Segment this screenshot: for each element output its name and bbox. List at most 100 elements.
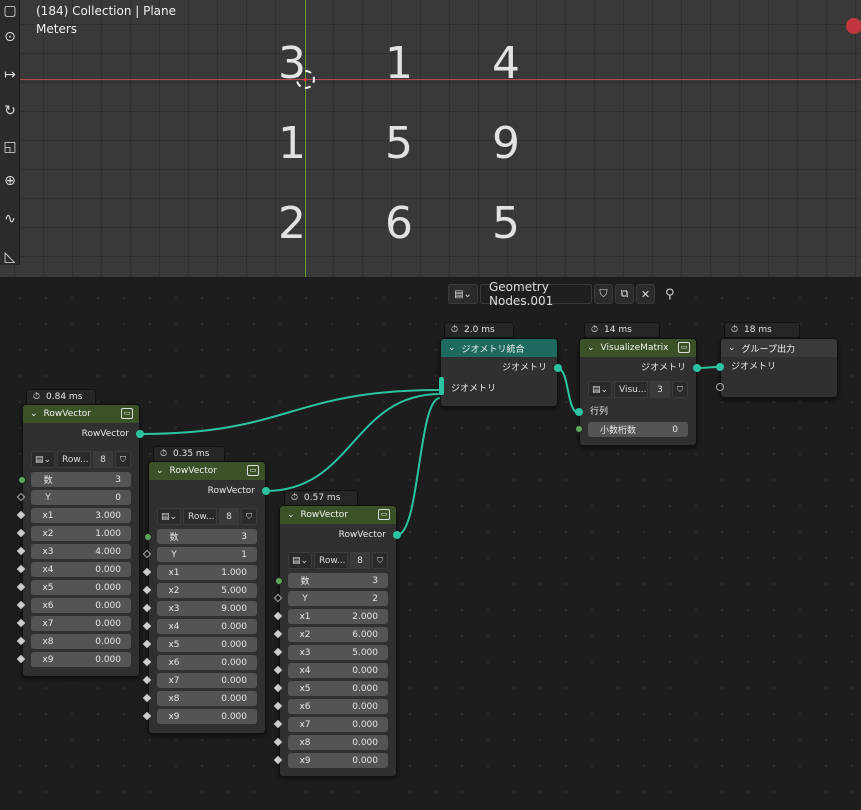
input-socket[interactable] <box>575 408 583 416</box>
node-group-users: 8 <box>219 508 239 525</box>
navigation-gizmo-x-icon[interactable] <box>846 18 861 34</box>
input-field-count[interactable]: 数3 <box>18 472 131 487</box>
input-field-x9[interactable]: x9 0.000 <box>16 652 131 667</box>
decimals-field[interactable]: 小数桁数 0 <box>575 422 688 437</box>
input-field-count[interactable]: 数3 <box>144 529 257 544</box>
output-socket[interactable] <box>693 364 701 372</box>
node-group-name[interactable]: Visu... <box>614 381 648 398</box>
input-socket[interactable] <box>18 476 26 484</box>
node-tree-name-field[interactable]: Geometry Nodes.001 <box>480 280 592 308</box>
cursor-tool-icon[interactable]: ⊙ <box>1 26 19 48</box>
collapse-chevron-icon[interactable]: ⌄ <box>30 409 38 419</box>
output-socket-row: ジオメトリ <box>580 357 701 379</box>
input-field-x7[interactable]: x7 0.000 <box>142 673 257 688</box>
input-field-y[interactable]: Y0 <box>16 490 131 505</box>
input-field-x3[interactable]: x3 5.000 <box>273 645 388 660</box>
input-field-x5[interactable]: x5 0.000 <box>142 637 257 652</box>
node-tree-type-dropdown[interactable]: ▤ ⌄ <box>448 284 478 304</box>
input-field-x2[interactable]: x2 6.000 <box>273 627 388 642</box>
input-field-x2[interactable]: x2 5.000 <box>142 583 257 598</box>
node-group-name[interactable]: Row... <box>183 508 217 525</box>
input-field-x4[interactable]: x4 0.000 <box>16 562 131 577</box>
node-group-output[interactable]: ⌄ グループ出力 ジオメトリ <box>716 338 838 398</box>
node-group-dropdown[interactable]: ▤⌄ <box>588 381 612 398</box>
input-field-x4[interactable]: x4 0.000 <box>142 619 257 634</box>
input-field-x8[interactable]: x8 0.000 <box>16 634 131 649</box>
input-socket[interactable] <box>575 425 583 433</box>
output-socket[interactable] <box>262 487 270 495</box>
multi-input-socket[interactable] <box>439 377 444 395</box>
node-header[interactable]: ⌄ RowVector ▭ <box>280 506 396 524</box>
rotate-tool-icon[interactable]: ↻ <box>1 100 19 122</box>
output-socket[interactable] <box>393 531 401 539</box>
node-group-name[interactable]: Row... <box>314 552 348 569</box>
output-socket[interactable] <box>136 430 144 438</box>
input-field-x5[interactable]: x5 0.000 <box>273 681 388 696</box>
input-field-x3[interactable]: x3 9.000 <box>142 601 257 616</box>
input-field-x1[interactable]: x1 3.000 <box>16 508 131 523</box>
node-rowvector-1[interactable]: ⌄ RowVector ▭ RowVector ▤⌄ Row... 8 ⛉ 数3… <box>16 404 144 677</box>
pin-icon[interactable]: ⚲ <box>665 287 675 302</box>
input-field-x5[interactable]: x5 0.000 <box>16 580 131 595</box>
empty-input-socket[interactable] <box>716 383 724 391</box>
input-field-x9[interactable]: x9 0.000 <box>142 709 257 724</box>
input-field-x2[interactable]: x2 1.000 <box>16 526 131 541</box>
collapse-chevron-icon[interactable]: ⌄ <box>156 466 164 476</box>
node-header[interactable]: ⌄ ジオメトリ統合 <box>441 339 557 357</box>
fake-user-shield-icon[interactable]: ⛉ <box>594 284 613 304</box>
node-group-dropdown[interactable]: ▤⌄ <box>31 451 55 468</box>
collapse-chevron-icon[interactable]: ⌄ <box>587 343 595 353</box>
select-box-tool-icon[interactable]: ▢ <box>1 0 19 22</box>
input-field-count[interactable]: 数3 <box>275 573 388 588</box>
fake-user-shield-icon[interactable]: ⛉ <box>115 451 131 468</box>
input-socket[interactable] <box>716 363 724 371</box>
input-field-x7[interactable]: x7 0.000 <box>16 616 131 631</box>
node-group-dropdown[interactable]: ▤⌄ <box>288 552 312 569</box>
fake-user-shield-icon[interactable]: ⛉ <box>372 552 388 569</box>
duplicate-icon[interactable]: ⧉ <box>615 284 634 304</box>
input-field-x9[interactable]: x9 0.000 <box>273 753 388 768</box>
output-socket[interactable] <box>554 364 562 372</box>
node-visualize-matrix[interactable]: ⌄ VisualizeMatrix ▭ ジオメトリ ▤⌄ Visu... 3 ⛉… <box>575 338 701 446</box>
input-field-x6[interactable]: x6 0.000 <box>142 655 257 670</box>
input-socket[interactable] <box>275 577 283 585</box>
node-header[interactable]: ⌄ RowVector ▭ <box>149 462 265 480</box>
node-header[interactable]: ⌄ RowVector ▭ <box>23 405 139 423</box>
node-group-icon[interactable]: ▭ <box>121 408 133 419</box>
input-field-x8[interactable]: x8 0.000 <box>273 735 388 750</box>
scale-tool-icon[interactable]: ◱ <box>1 136 19 158</box>
input-field-x3[interactable]: x3 4.000 <box>16 544 131 559</box>
3d-viewport[interactable]: ▢ ⊙ ↦ ↻ ◱ ⊕ ∿ ◺ (184) Collection | Plane… <box>0 0 861 277</box>
measure-tool-icon[interactable]: ◺ <box>1 246 19 268</box>
3d-cursor-icon[interactable] <box>296 70 315 89</box>
fake-user-shield-icon[interactable]: ⛉ <box>241 508 257 525</box>
input-field-x1[interactable]: x1 2.000 <box>273 609 388 624</box>
input-socket[interactable] <box>144 533 152 541</box>
input-field-x6[interactable]: x6 0.000 <box>273 699 388 714</box>
close-icon[interactable]: ✕ <box>636 284 655 304</box>
collapse-chevron-icon[interactable]: ⌄ <box>287 510 295 520</box>
input-field-y[interactable]: Y1 <box>142 547 257 562</box>
node-group-name[interactable]: Row... <box>57 451 91 468</box>
node-group-icon[interactable]: ▭ <box>678 342 690 353</box>
input-field-x4[interactable]: x4 0.000 <box>273 663 388 678</box>
collapse-chevron-icon[interactable]: ⌄ <box>448 343 456 353</box>
input-field-x8[interactable]: x8 0.000 <box>142 691 257 706</box>
node-rowvector-3[interactable]: ⌄ RowVector ▭ RowVector ▤⌄ Row... 8 ⛉ 数3… <box>273 505 401 777</box>
node-rowvector-2[interactable]: ⌄ RowVector ▭ RowVector ▤⌄ Row... 8 ⛉ 数3… <box>142 461 270 734</box>
transform-tool-icon[interactable]: ⊕ <box>1 170 19 192</box>
fake-user-shield-icon[interactable]: ⛉ <box>672 381 688 398</box>
annotate-tool-icon[interactable]: ∿ <box>1 208 19 230</box>
node-header[interactable]: ⌄ VisualizeMatrix ▭ <box>580 339 696 357</box>
move-tool-icon[interactable]: ↦ <box>1 64 19 86</box>
node-group-dropdown[interactable]: ▤⌄ <box>157 508 181 525</box>
input-field-x1[interactable]: x1 1.000 <box>142 565 257 580</box>
node-group-icon[interactable]: ▭ <box>247 465 259 476</box>
input-field-x6[interactable]: x6 0.000 <box>16 598 131 613</box>
node-join-geometry[interactable]: ⌄ ジオメトリ統合 ジオメトリ ジオメトリ <box>439 338 562 407</box>
input-field-x7[interactable]: x7 0.000 <box>273 717 388 732</box>
node-group-icon[interactable]: ▭ <box>378 509 390 520</box>
collapse-chevron-icon[interactable]: ⌄ <box>728 343 736 353</box>
node-header[interactable]: ⌄ グループ出力 <box>721 339 837 357</box>
input-field-y[interactable]: Y2 <box>273 591 388 606</box>
